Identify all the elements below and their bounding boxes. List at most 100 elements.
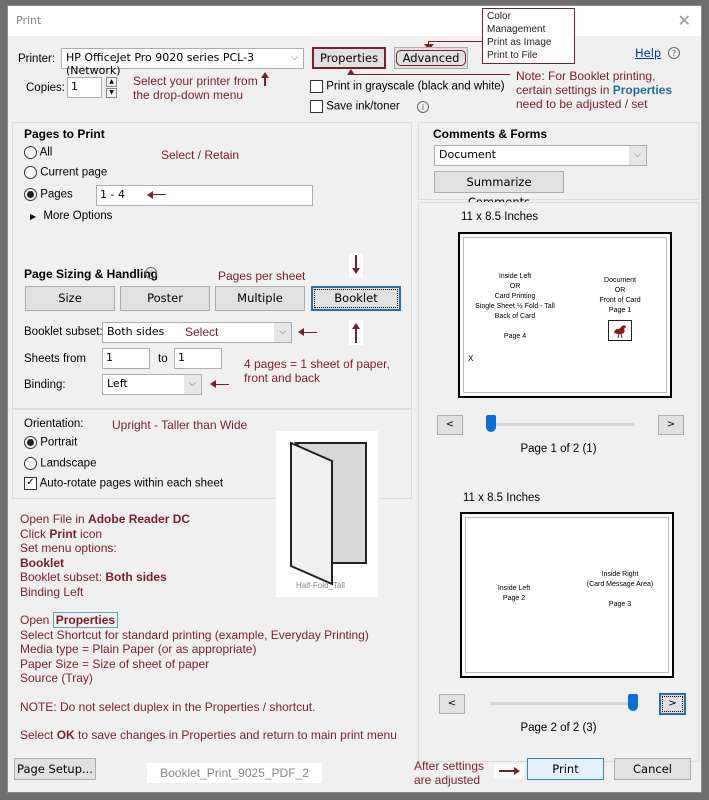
- text-bold: Both sides: [105, 570, 167, 584]
- arrow-up-shaft: [264, 77, 266, 86]
- pv-line: Inside Right: [601, 571, 639, 578]
- help-icon[interactable]: ?: [668, 47, 680, 59]
- size-button[interactable]: Size: [25, 286, 115, 311]
- instruction-line: Select OK to save changes in Properties …: [20, 728, 397, 743]
- to-label: to: [158, 353, 168, 365]
- radio-all[interactable]: [24, 146, 37, 159]
- booklet-note: Note: For Booklet printing, certain sett…: [516, 69, 672, 111]
- page-setup-button[interactable]: Page Setup...: [14, 758, 96, 780]
- help-link[interactable]: Help: [635, 46, 661, 60]
- stepper-up-icon[interactable]: ▲: [106, 77, 117, 87]
- chevron-down-icon: ⌵: [274, 323, 291, 342]
- info-icon[interactable]: i: [417, 101, 429, 113]
- printer-select[interactable]: HP OfficeJet Pro 9020 series PCL-3 (Netw…: [61, 48, 304, 77]
- preview2-slider-track[interactable]: [490, 702, 638, 705]
- select-printer-note: Select your printer from the drop-down m…: [133, 74, 258, 102]
- note-properties-highlight: Properties: [612, 83, 673, 97]
- radio-current-label: Current page: [40, 166, 108, 179]
- arrow-box: [349, 253, 363, 278]
- preview1-slider-track[interactable]: [486, 423, 634, 426]
- arrow-box: [494, 764, 524, 778]
- save-ink-checkbox[interactable]: [310, 100, 323, 113]
- text-bold: Print: [49, 526, 77, 541]
- stepper-down-icon[interactable]: ▼: [106, 88, 117, 98]
- instruction-line: Paper Size = Size of sheet of paper: [20, 656, 210, 671]
- advanced-button[interactable]: Advanced: [394, 47, 468, 69]
- landscape-label: Landscape: [40, 457, 97, 470]
- pv-line: Page 3: [608, 601, 632, 608]
- pages-range-input[interactable]: 1 - 4: [96, 185, 313, 206]
- text: to save changes in Properties and return…: [74, 728, 397, 742]
- landscape-option[interactable]: Landscape: [24, 457, 96, 470]
- close-icon[interactable]: ✕: [678, 11, 691, 30]
- sheets-from-input[interactable]: 1: [102, 348, 150, 369]
- arrow-box: [349, 320, 363, 345]
- chevron-down-icon: ⌵: [629, 146, 646, 165]
- save-ink-label: Save ink/toner: [326, 100, 400, 113]
- instructions-block: Open File in Adobe Reader DC Click Print…: [20, 512, 397, 743]
- radio-pages-option[interactable]: Pages: [24, 188, 73, 201]
- grayscale-option[interactable]: Print in grayscale (black and white): [310, 80, 505, 93]
- more-options-toggle[interactable]: ▶ More Options: [30, 210, 112, 222]
- preview1-prev-button[interactable]: <: [437, 415, 463, 435]
- pages-range-value: 1 - 4: [100, 188, 125, 201]
- note-line: Select your printer from: [133, 74, 258, 88]
- preview1-next-button[interactable]: >: [658, 415, 684, 435]
- window-title: Print: [16, 14, 42, 27]
- save-ink-option[interactable]: Save ink/toner: [310, 100, 400, 113]
- select-retain-note: Select / Retain: [161, 148, 240, 162]
- properties-connector: [350, 74, 510, 75]
- text: Click: [20, 526, 50, 541]
- radio-current-option[interactable]: Current page: [24, 166, 107, 179]
- text: Open File in: [20, 512, 89, 526]
- arrow-left-icon: [210, 380, 216, 388]
- info-icon[interactable]: i: [145, 267, 157, 279]
- properties-button[interactable]: Properties: [312, 47, 386, 69]
- preview2-prev-button[interactable]: <: [439, 694, 465, 714]
- radio-portrait[interactable]: [24, 436, 37, 449]
- chevron-down-icon: ⌵: [286, 49, 303, 68]
- summarize-comments-button[interactable]: Summarize Comments: [434, 171, 564, 209]
- poster-button[interactable]: Poster: [120, 286, 210, 311]
- autorotate-checkbox[interactable]: ✓: [24, 477, 37, 490]
- preview2-page: Inside Left Page 2 Inside Right (Card Me…: [460, 512, 674, 678]
- preview2-page-label: Page 2 of 2 (3): [520, 722, 597, 734]
- pages-per-sheet-note: Pages per sheet: [218, 269, 306, 283]
- binding-select[interactable]: Left ⌵: [102, 374, 202, 395]
- comments-forms-select[interactable]: Document ⌵: [434, 145, 647, 166]
- grayscale-checkbox[interactable]: [310, 80, 323, 93]
- note-line: 4 pages = 1 sheet of paper,: [244, 357, 390, 371]
- multiple-button[interactable]: Multiple: [215, 286, 305, 311]
- preview1-slider-thumb[interactable]: [486, 415, 496, 432]
- booklet-subset-select[interactable]: Both sides Select ⌵: [102, 322, 292, 343]
- radio-pages-label: Pages: [40, 188, 73, 201]
- radio-all-option[interactable]: All: [24, 146, 52, 159]
- copies-label: Copies:: [26, 82, 65, 94]
- preview2-slider-thumb[interactable]: [628, 694, 638, 711]
- sheets-to-input[interactable]: 1: [174, 348, 222, 369]
- after-settings-note: After settings are adjusted: [414, 759, 484, 787]
- preview1-left-text: Inside Left OR Card Printing Single Shee…: [470, 272, 560, 342]
- cancel-button[interactable]: Cancel: [614, 758, 691, 780]
- copies-stepper[interactable]: ▲ ▼: [106, 77, 117, 98]
- radio-pages[interactable]: [24, 188, 37, 201]
- print-button[interactable]: Print: [527, 758, 604, 780]
- booklet-subset-value: Both sides: [107, 325, 165, 338]
- instruction-line: Booklet subset: Both sides: [20, 570, 397, 585]
- printer-label: Printer:: [18, 53, 56, 65]
- radio-current[interactable]: [24, 166, 37, 179]
- copies-input[interactable]: 1: [67, 77, 102, 98]
- autorotate-option[interactable]: ✓ Auto-rotate pages within each sheet: [24, 477, 223, 490]
- radio-landscape[interactable]: [24, 457, 37, 470]
- arrow-left-shaft: [152, 194, 166, 195]
- note-line: certain settings in Properties: [516, 83, 672, 97]
- advanced-callout: Color Management Print as Image Print to…: [482, 8, 575, 64]
- arrow-left-icon: [147, 191, 153, 199]
- upright-note: Upright - Taller than Wide: [112, 418, 248, 432]
- instruction-line: Open Properties: [20, 612, 397, 628]
- booklet-button[interactable]: Booklet: [311, 286, 401, 311]
- four-pages-note: 4 pages = 1 sheet of paper, front and ba…: [244, 357, 390, 385]
- portrait-option[interactable]: Portrait: [24, 436, 77, 449]
- preview2-next-button[interactable]: >: [659, 693, 686, 715]
- arrow-left-icon: [298, 328, 304, 336]
